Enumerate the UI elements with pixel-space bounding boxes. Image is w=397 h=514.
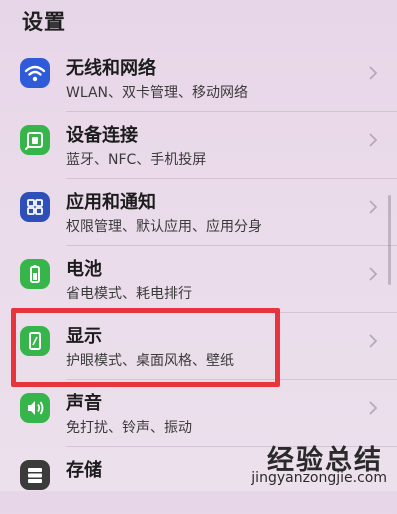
device-connection-icon <box>20 125 50 155</box>
settings-item-subtitle: 护眼模式、桌面风格、壁纸 <box>66 353 234 369</box>
chevron-right-icon <box>369 133 378 147</box>
settings-item-subtitle: WLAN、双卡管理、移动网络 <box>66 85 249 101</box>
settings-item-title: 显示 <box>66 326 102 347</box>
apps-grid-icon <box>20 192 50 222</box>
chevron-right-icon <box>369 200 378 214</box>
settings-item-title: 设备连接 <box>66 125 138 146</box>
chevron-right-icon <box>369 401 378 415</box>
settings-item-subtitle: 蓝牙、NFC、手机投屏 <box>66 152 207 168</box>
settings-item-title: 存储 <box>66 460 102 481</box>
settings-item-title: 应用和通知 <box>66 192 156 213</box>
settings-item-title: 电池 <box>66 259 102 280</box>
settings-item-display[interactable]: 显示 护眼模式、桌面风格、壁纸 <box>0 314 397 380</box>
chevron-right-icon <box>369 66 378 80</box>
settings-item-subtitle: 省电模式、耗电排行 <box>66 286 192 302</box>
settings-item-subtitle: 免打扰、铃声、振动 <box>66 420 192 436</box>
chevron-right-icon <box>369 267 378 281</box>
sound-icon <box>20 393 50 423</box>
divider <box>66 379 397 380</box>
settings-item-title: 声音 <box>66 393 102 414</box>
settings-item-apps-notifications[interactable]: 应用和通知 权限管理、默认应用、应用分身 <box>0 180 397 246</box>
settings-item-battery[interactable]: 电池 省电模式、耗电排行 <box>0 247 397 313</box>
divider <box>66 245 397 246</box>
divider <box>66 111 397 112</box>
battery-icon <box>20 259 50 289</box>
page-title: 设置 <box>22 10 66 34</box>
settings-item-wireless-network[interactable]: 无线和网络 WLAN、双卡管理、移动网络 <box>0 46 397 112</box>
storage-icon <box>20 460 50 490</box>
settings-item-device-connection[interactable]: 设备连接 蓝牙、NFC、手机投屏 <box>0 113 397 179</box>
scrollbar[interactable] <box>388 195 391 285</box>
chevron-right-icon <box>369 334 378 348</box>
settings-item-title: 无线和网络 <box>66 58 156 79</box>
watermark-url: jingyanzongjie.com <box>251 470 387 486</box>
divider <box>66 312 397 313</box>
settings-item-subtitle: 权限管理、默认应用、应用分身 <box>66 219 262 235</box>
divider <box>66 178 397 179</box>
wifi-icon <box>20 58 50 88</box>
display-icon <box>20 326 50 356</box>
